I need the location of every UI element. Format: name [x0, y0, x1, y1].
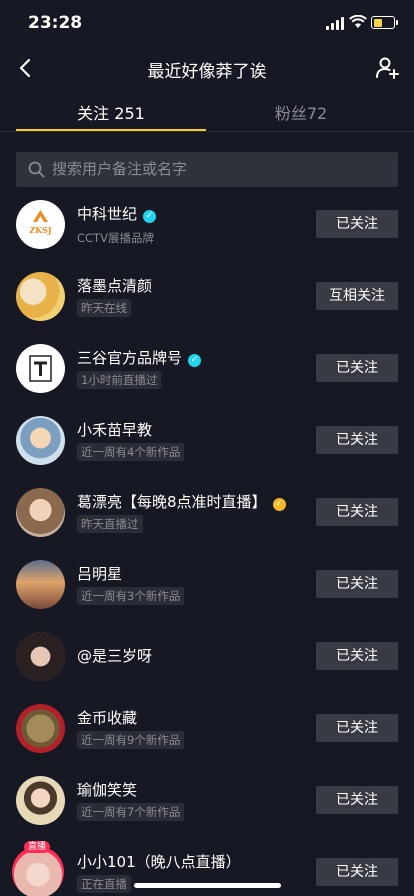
user-name: 吕明星: [77, 565, 123, 583]
user-name: 中科世纪 ✓: [77, 203, 157, 224]
following-button[interactable]: 已关注: [316, 210, 398, 238]
user-name: @是三岁呀: [77, 647, 153, 665]
list-item[interactable]: ZKSJ 中科世纪 ✓ CCTV展播品牌 已关注: [0, 188, 414, 260]
avatar[interactable]: [16, 632, 65, 681]
search-input[interactable]: [52, 152, 382, 187]
signal-icon: [326, 17, 346, 30]
verified-icon: ✓: [143, 210, 157, 223]
user-name: 落墨点清颜: [77, 277, 153, 295]
user-name: 瑜伽笑笑: [77, 781, 138, 799]
user-subtitle: 近一周有4个新作品: [77, 443, 185, 461]
avatar[interactable]: [16, 704, 65, 753]
list-item[interactable]: 小禾苗早教 近一周有4个新作品 已关注: [0, 404, 414, 476]
following-button[interactable]: 已关注: [316, 786, 398, 814]
list-item[interactable]: 落墨点清颜 昨天在线 互相关注: [0, 260, 414, 332]
following-button[interactable]: 已关注: [316, 498, 398, 526]
verified-icon: ✓: [188, 354, 202, 367]
list-item[interactable]: 三谷官方品牌号 ✓ 1小时前直播过 已关注: [0, 332, 414, 404]
avatar[interactable]: ZKSJ: [16, 200, 65, 249]
zksj-logo-icon: ZKSJ: [29, 210, 52, 235]
user-subtitle: 近一周有9个新作品: [77, 731, 185, 749]
following-button[interactable]: 已关注: [316, 714, 398, 742]
list-item[interactable]: 金币收藏 近一周有9个新作品 已关注: [0, 692, 414, 764]
list-item[interactable]: @是三岁呀 已关注: [0, 620, 414, 692]
verified-gold-icon: ✓: [272, 498, 286, 511]
avatar[interactable]: [12, 846, 64, 896]
list-item[interactable]: 葛漂亮【每晚8点准时直播】 ✓ 昨天直播过 已关注: [0, 476, 414, 548]
list-item[interactable]: 瑜伽笑笑 近一周有7个新作品 已关注: [0, 764, 414, 836]
user-subtitle: 近一周有3个新作品: [77, 587, 185, 605]
list-item[interactable]: 吕明星 近一周有3个新作品 已关注: [0, 548, 414, 620]
user-name: 小小101（晚八点直播）: [77, 853, 241, 871]
user-subtitle: CCTV展播品牌: [77, 231, 154, 245]
svg-text:ZKSJ: ZKSJ: [29, 225, 52, 235]
user-subtitle: 正在直播: [77, 875, 131, 893]
following-button[interactable]: 已关注: [316, 642, 398, 670]
mutual-follow-button[interactable]: 互相关注: [316, 282, 398, 310]
search-bar[interactable]: [16, 152, 398, 187]
avatar[interactable]: [16, 344, 65, 393]
battery-icon: [371, 16, 398, 29]
nav-bar: 最近好像莽了诶: [0, 46, 414, 90]
avatar[interactable]: [16, 488, 65, 537]
tab-bar: 关注 251 粉丝72: [0, 90, 414, 132]
following-button[interactable]: 已关注: [316, 858, 398, 886]
tab-followers[interactable]: 粉丝72: [206, 100, 396, 124]
user-name: 小禾苗早教: [77, 421, 153, 439]
live-badge: 直播: [24, 841, 51, 853]
following-button[interactable]: 已关注: [316, 570, 398, 598]
search-icon: [28, 161, 45, 178]
avatar[interactable]: [16, 416, 65, 465]
sangu-logo-icon: [29, 355, 52, 382]
active-tab-indicator: [16, 129, 206, 131]
avatar[interactable]: [16, 776, 65, 825]
user-subtitle: 近一周有7个新作品: [77, 803, 185, 821]
user-subtitle: 1小时前直播过: [77, 371, 162, 389]
status-bar: 23:28: [0, 0, 414, 46]
add-friend-icon[interactable]: [374, 55, 400, 81]
tab-following[interactable]: 关注 251: [16, 100, 206, 124]
avatar[interactable]: [16, 272, 65, 321]
user-name: 金币收藏: [77, 709, 138, 727]
home-indicator: [134, 883, 281, 888]
avatar[interactable]: [16, 560, 65, 609]
page-title: 最近好像莽了诶: [147, 62, 267, 82]
user-name: 三谷官方品牌号 ✓: [77, 347, 202, 368]
user-subtitle: 昨天在线: [77, 299, 131, 317]
following-button[interactable]: 已关注: [316, 354, 398, 382]
status-time: 23:28: [28, 13, 83, 33]
user-subtitle: 昨天直播过: [77, 515, 143, 533]
user-name: 葛漂亮【每晚8点准时直播】 ✓: [77, 491, 286, 512]
following-button[interactable]: 已关注: [316, 426, 398, 454]
following-list: ZKSJ 中科世纪 ✓ CCTV展播品牌 已关注 落墨点清颜 昨天在线 互相关注 …: [0, 188, 414, 896]
wifi-icon: [349, 15, 367, 28]
